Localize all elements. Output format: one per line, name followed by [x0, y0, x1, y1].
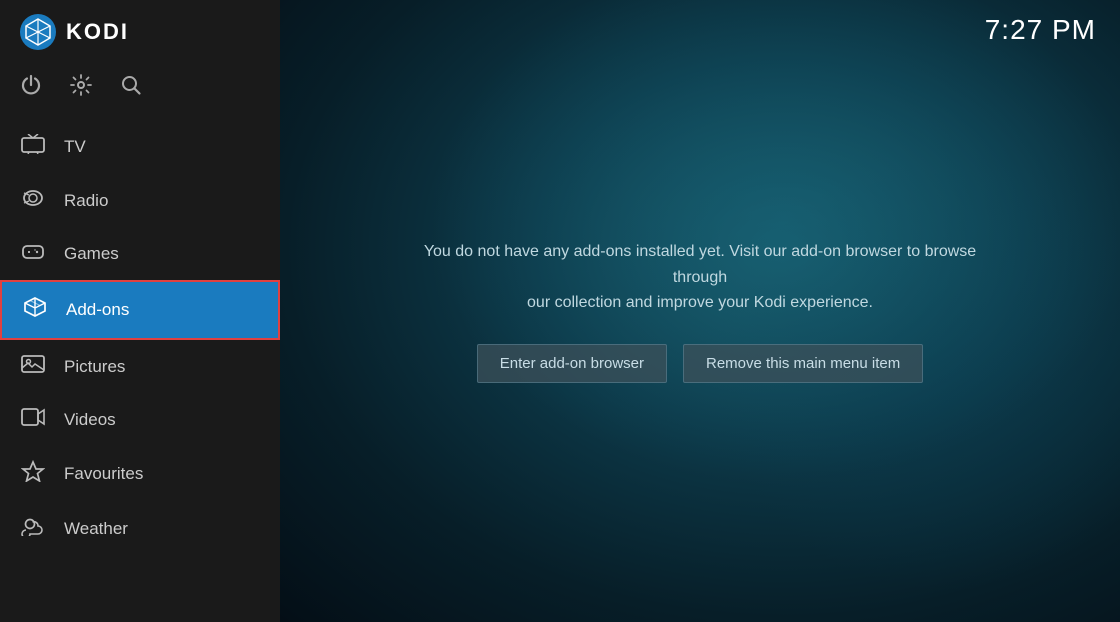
sidebar-item-tv[interactable]: TV — [0, 120, 280, 174]
sidebar-top-icons — [0, 64, 280, 120]
action-buttons: Enter add-on browser Remove this main me… — [410, 344, 990, 383]
sidebar-header: KODI — [0, 0, 280, 64]
sidebar-item-pictures[interactable]: Pictures — [0, 340, 280, 394]
tv-icon — [20, 134, 46, 160]
favourites-icon — [20, 460, 46, 488]
app-title: KODI — [66, 19, 129, 45]
sidebar-item-addons-label: Add-ons — [66, 300, 129, 320]
enter-addon-browser-button[interactable]: Enter add-on browser — [477, 344, 667, 383]
sidebar-item-favourites[interactable]: Favourites — [0, 446, 280, 502]
sidebar-item-games-label: Games — [64, 244, 119, 264]
sidebar-item-videos-label: Videos — [64, 410, 116, 430]
search-button[interactable] — [120, 74, 142, 102]
sidebar-item-addons[interactable]: Add-ons — [0, 280, 280, 340]
kodi-logo-icon — [20, 14, 56, 50]
radio-icon — [20, 188, 46, 214]
sidebar-item-games[interactable]: Games — [0, 228, 280, 280]
sidebar-item-weather-label: Weather — [64, 519, 128, 539]
main-content-area: 7:27 PM You do not have any add-ons inst… — [280, 0, 1120, 622]
sidebar-item-tv-label: TV — [64, 137, 86, 157]
sidebar-item-radio-label: Radio — [64, 191, 108, 211]
weather-icon — [20, 516, 46, 542]
sidebar: KODI — [0, 0, 280, 622]
addons-icon — [22, 296, 48, 324]
sidebar-item-weather[interactable]: Weather — [0, 502, 280, 556]
videos-icon — [20, 408, 46, 432]
sidebar-item-favourites-label: Favourites — [64, 464, 143, 484]
settings-button[interactable] — [70, 74, 92, 102]
power-button[interactable] — [20, 74, 42, 102]
sidebar-item-videos[interactable]: Videos — [0, 394, 280, 446]
remove-menu-item-button[interactable]: Remove this main menu item — [683, 344, 923, 383]
sidebar-item-radio[interactable]: Radio — [0, 174, 280, 228]
sidebar-item-pictures-label: Pictures — [64, 357, 125, 377]
clock-display: 7:27 PM — [985, 14, 1096, 46]
main-nav: TV Radio — [0, 120, 280, 622]
pictures-icon — [20, 354, 46, 380]
addons-empty-state: You do not have any add-ons installed ye… — [390, 219, 1010, 403]
empty-state-message: You do not have any add-ons installed ye… — [410, 239, 990, 316]
games-icon — [20, 242, 46, 266]
